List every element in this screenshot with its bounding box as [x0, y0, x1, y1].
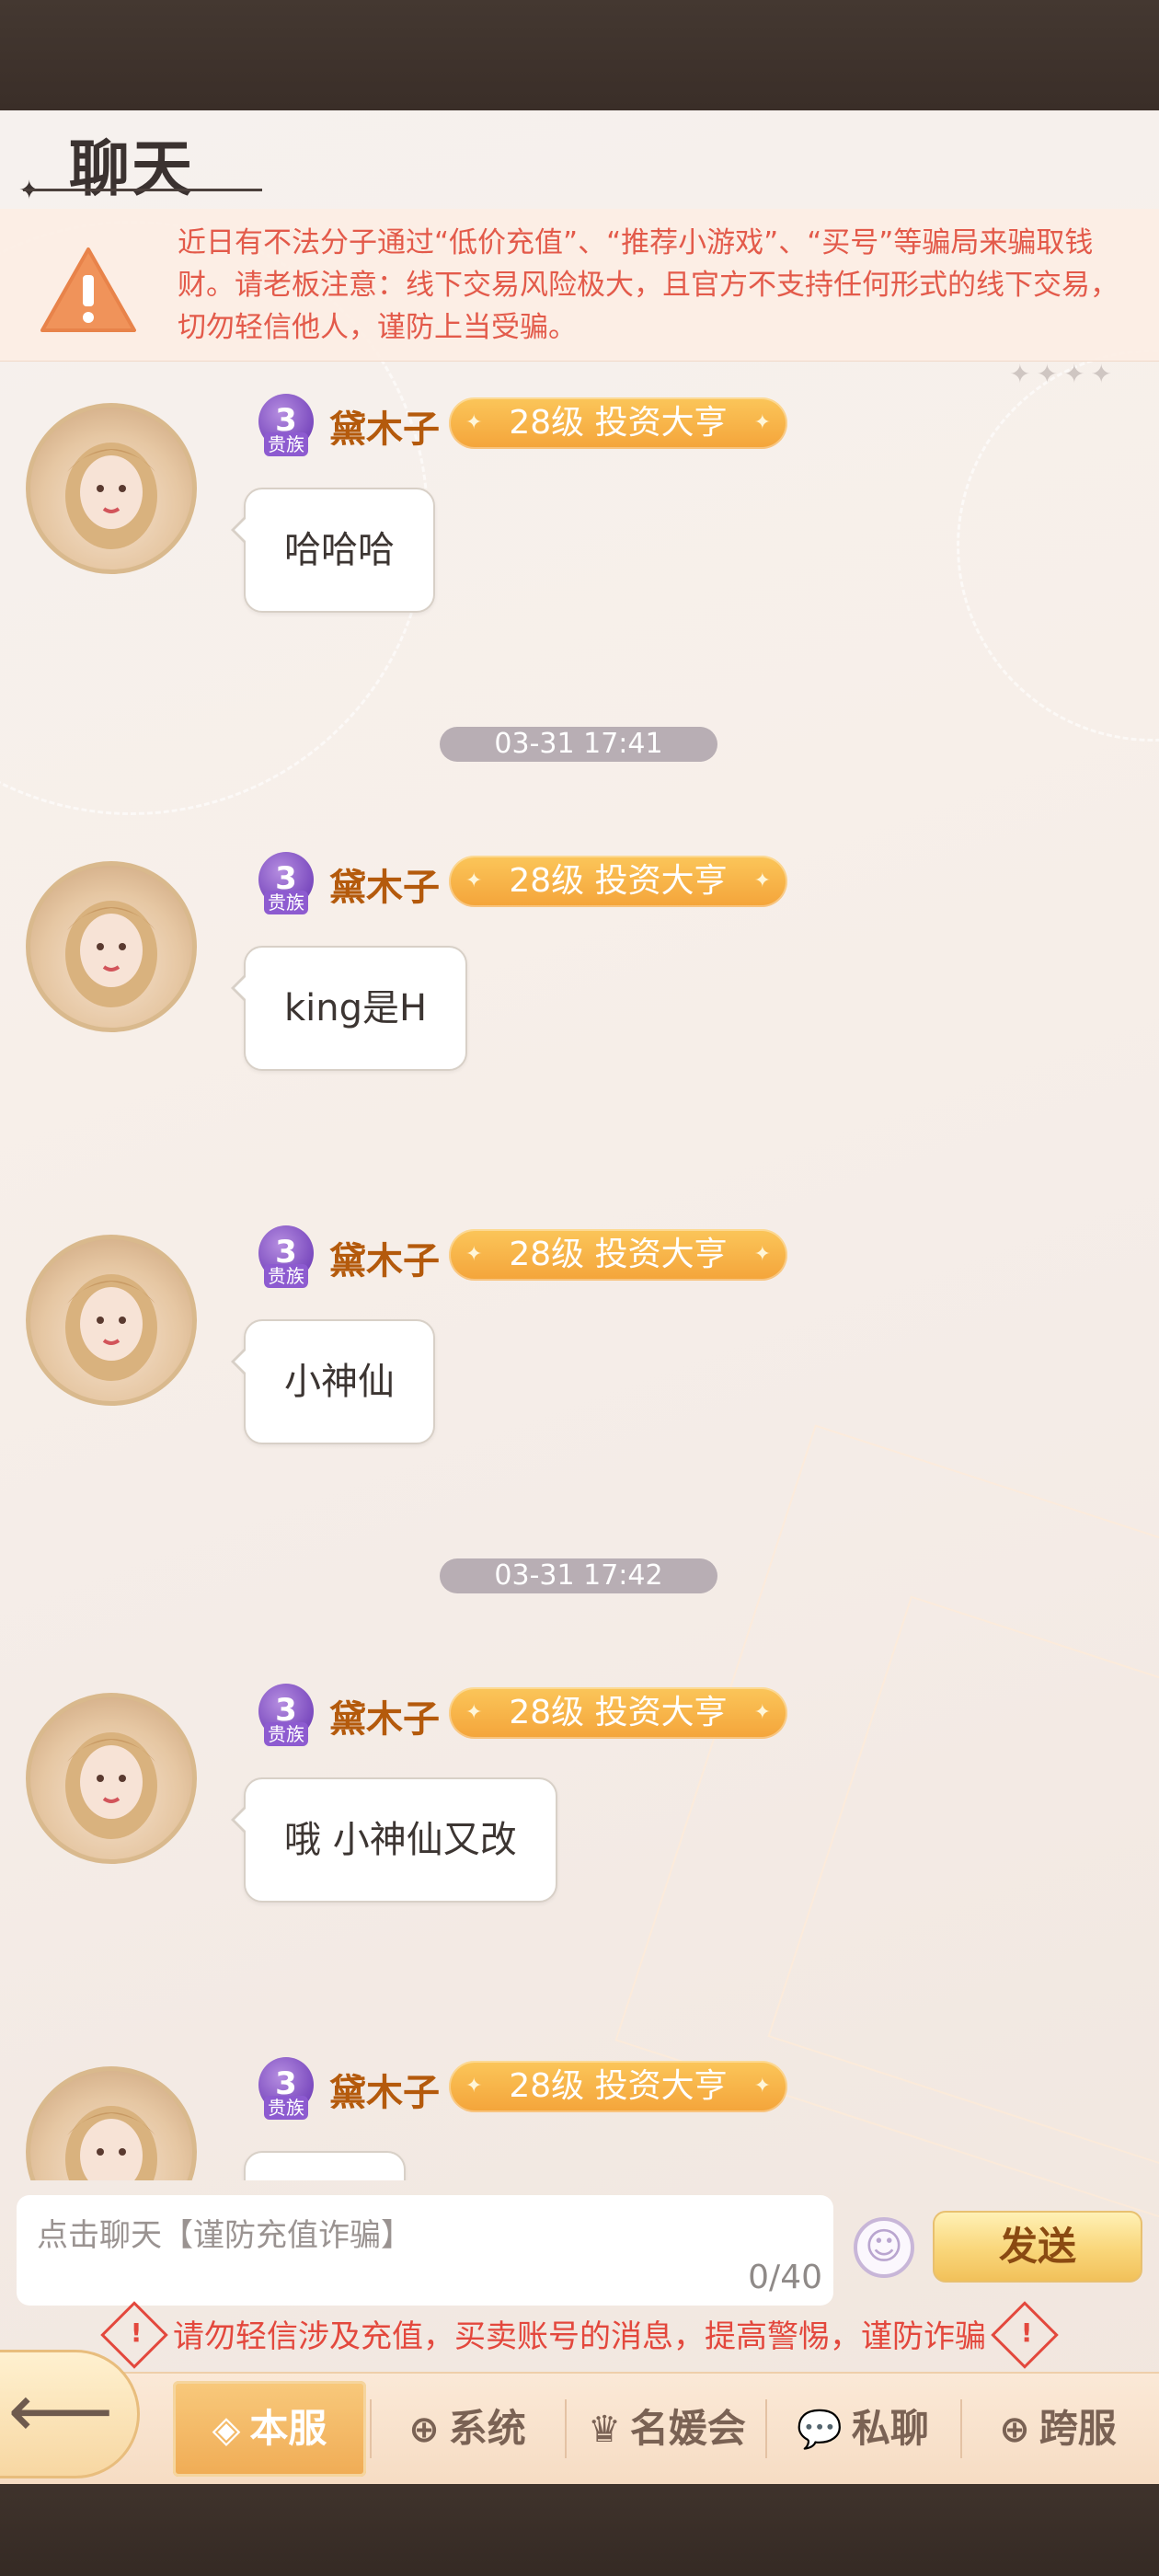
level-title-badge: ✦ 28级 投资大亨 ✦ [449, 1229, 787, 1281]
message-bubble[interactable]: 小神仙 [231, 1319, 435, 1444]
noble-badge: 3 贵族 [253, 2057, 319, 2123]
warning-triangle-icon [40, 247, 136, 332]
chat-bubble-icon: 💬 [797, 2409, 843, 2451]
level-title-badge: ✦ 28级 投资大亨 ✦ [449, 1687, 787, 1739]
emoji-icon[interactable]: ☺ [854, 2217, 914, 2278]
timestamp: 03-31 17:42 [440, 1558, 717, 1593]
tab-divider [565, 2399, 567, 2458]
avatar[interactable] [26, 1235, 197, 1406]
tab-system[interactable]: ⊕ 系统 [375, 2381, 559, 2477]
user-name[interactable]: 黛木子 [329, 857, 440, 911]
tab-label: 系统 [448, 2406, 526, 2451]
avatar-portrait-icon [65, 1274, 157, 1381]
sparkle-icon: ✦ [465, 2075, 483, 2098]
user-name[interactable]: 黛木子 [329, 1231, 440, 1284]
badge-label: 贵族 [264, 2096, 308, 2120]
noble-badge: 3 贵族 [253, 1225, 319, 1292]
sparkle-icon: ✦ [753, 869, 771, 892]
badge-label: 贵族 [264, 432, 308, 456]
sparkle-icon: ✦ [753, 1243, 771, 1266]
chat-input[interactable]: 点击聊天【谨防充值诈骗】 0/40 [17, 2195, 833, 2306]
badge-label: 贵族 [264, 891, 308, 914]
globe-icon: ⊕ [999, 2409, 1030, 2451]
message-bubble[interactable] [231, 2151, 406, 2180]
tab-divider [765, 2399, 767, 2458]
warning-text: 近日有不法分子通过“低价充值”、“推荐小游戏”、“买号”等骗局来骗取钱财。请老板… [178, 226, 1119, 344]
badge-label: 贵族 [264, 1722, 308, 1746]
noble-badge: 3 贵族 [253, 1684, 319, 1750]
user-name[interactable]: 黛木子 [329, 2063, 440, 2116]
level-title-badge: ✦ 28级 投资大亨 ✦ [449, 2061, 787, 2112]
level-title-badge: ✦ 28级 投资大亨 ✦ [449, 397, 787, 449]
message-bubble[interactable]: 哦 小神仙又改 [231, 1777, 557, 1903]
tab-label: 名媛会 [629, 2406, 746, 2451]
tab-socialite-club[interactable]: ♛ 名媛会 [570, 2381, 763, 2477]
decorative-circle [957, 350, 1159, 742]
avatar-portrait-icon [65, 2106, 157, 2180]
sparkle-icon: ✦ [753, 1701, 771, 1724]
page-title: 聊天 [69, 133, 194, 204]
avatar-portrait-icon [65, 901, 157, 1007]
avatar-portrait-icon [65, 1732, 157, 1839]
avatar[interactable] [26, 2066, 197, 2180]
user-name[interactable]: 黛木子 [329, 399, 440, 453]
tab-private-chat[interactable]: 💬 私聊 [771, 2381, 955, 2477]
send-button[interactable]: 发送 [933, 2211, 1142, 2283]
fraud-warning-banner: 近日有不法分子通过“低价充值”、“推荐小游戏”、“买号”等骗局来骗取钱财。请老板… [0, 209, 1159, 362]
sparkle-icon: ✦ [465, 411, 483, 434]
badge-label: 贵族 [264, 1264, 308, 1288]
user-name[interactable]: 黛木子 [329, 1689, 440, 1742]
tab-divider [960, 2399, 962, 2458]
level-title: 28级 投资大亨 [509, 862, 728, 900]
top-status-area [0, 0, 1159, 110]
tab-label: 私聊 [851, 2406, 929, 2451]
message-bubble[interactable]: king是H [230, 946, 468, 1071]
tab-label: 跨服 [1039, 2406, 1117, 2451]
avatar-portrait-icon [65, 443, 157, 549]
sparkle-icon: ✦ [753, 411, 771, 434]
sparkle-icon: ✦ [465, 869, 483, 892]
tip-text: 请勿轻信涉及充值，买卖账号的消息，提高警惕，谨防诈骗 [173, 2318, 986, 2355]
tab-cross-server[interactable]: ⊕ 跨服 [966, 2381, 1150, 2477]
globe-icon: ⊕ [408, 2409, 440, 2451]
chat-input-area: 点击聊天【谨防充值诈骗】 0/40 ☺ 发送 [0, 2180, 1159, 2309]
tab-local-server[interactable]: ◈ 本服 [173, 2381, 366, 2477]
decorative-stars: ✦✦✦✦ [1009, 359, 1118, 389]
level-title: 28级 投资大亨 [509, 1694, 728, 1731]
avatar[interactable] [26, 861, 197, 1032]
input-placeholder: 点击聊天【谨防充值诈骗】 [37, 2217, 412, 2254]
noble-badge: 3 贵族 [253, 852, 319, 918]
sparkle-icon: ✦ [465, 1243, 483, 1266]
timestamp: 03-31 17:41 [440, 727, 717, 762]
level-title: 28级 投资大亨 [509, 1236, 728, 1273]
tab-label: 本服 [249, 2406, 327, 2451]
sparkle-icon: ✦ [465, 1701, 483, 1724]
char-counter: 0/40 [748, 2259, 822, 2296]
crown-icon: ♛ [588, 2409, 621, 2451]
chat-scroll-clip: 3 贵族 黛木子 ✦ 28级 投资大亨 ✦ [0, 2024, 1159, 2180]
message-bubble[interactable]: 哈哈哈 [231, 488, 435, 613]
tab-divider [370, 2399, 372, 2458]
alert-diamond-icon: ! [100, 2300, 168, 2369]
level-title: 28级 投资大亨 [509, 2067, 728, 2105]
alert-diamond-icon: ! [991, 2300, 1059, 2369]
back-button[interactable]: ⟵ [0, 2350, 140, 2478]
anti-fraud-tip: ! 请勿轻信涉及充值，买卖账号的消息，提高警惕，谨防诈骗! [0, 2300, 1159, 2369]
sparkle-icon: ✦ [753, 2075, 771, 2098]
back-arrow-icon: ⟵ [7, 2368, 114, 2454]
avatar[interactable] [26, 1693, 197, 1864]
title-underline [23, 189, 262, 191]
level-title-badge: ✦ 28级 投资大亨 ✦ [449, 856, 787, 907]
diamond-icon: ◈ [212, 2409, 241, 2451]
avatar[interactable] [26, 403, 197, 574]
noble-badge: 3 贵族 [253, 394, 319, 460]
level-title: 28级 投资大亨 [509, 404, 728, 442]
bottom-frame [0, 2484, 1159, 2576]
